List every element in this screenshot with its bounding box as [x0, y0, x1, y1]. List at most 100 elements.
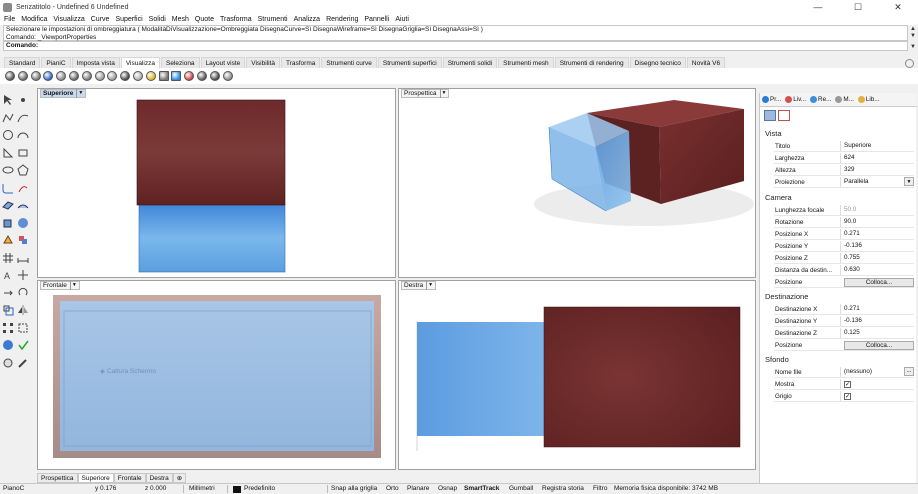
camera-value[interactable]: 0.755 [840, 253, 914, 263]
viewport-front[interactable]: ◈ Cattura Schermo Frontale ▼ [37, 280, 396, 470]
toolbar-icon-3[interactable] [30, 71, 41, 81]
menu-curve[interactable]: Curve [91, 16, 110, 23]
browse-button[interactable]: ... [904, 367, 914, 376]
toolbar-icon-1[interactable] [5, 71, 15, 81]
dimension-icon[interactable] [17, 252, 29, 264]
panel-tab-librerie[interactable]: Lib... [856, 96, 882, 103]
boolean-icon[interactable] [17, 234, 29, 246]
status-filtro[interactable]: Filtro [593, 484, 607, 494]
gear-icon[interactable] [905, 59, 914, 68]
box-icon[interactable] [2, 217, 14, 229]
status-orto[interactable]: Orto [386, 484, 399, 494]
chevron-down-icon[interactable]: ▼ [439, 89, 446, 98]
status-cplane[interactable]: PianoC [3, 484, 24, 494]
toolbar-icon-8[interactable] [94, 71, 105, 81]
status-layer[interactable]: Predefinito [244, 484, 275, 494]
vp-tab-frontale[interactable]: Frontale [113, 472, 146, 483]
command-input[interactable]: Comando: ▼ [3, 41, 916, 51]
triangle-icon[interactable] [2, 147, 14, 159]
viewport-label-perspective[interactable]: Prospettica ▼ [401, 89, 450, 98]
mesh-icon[interactable] [2, 252, 14, 264]
arc-icon[interactable] [17, 129, 29, 141]
scroll-down-icon[interactable]: ▼ [909, 33, 917, 40]
menu-strumenti[interactable]: Strumenti [258, 16, 288, 23]
command-dropdown-icon[interactable]: ▼ [909, 43, 917, 50]
camera-value[interactable]: 0.630 [840, 265, 914, 275]
viewport-right[interactable]: Destra ▼ [398, 280, 756, 470]
toolbar-icon-17[interactable] [209, 71, 220, 81]
tab-disegno-tecnico[interactable]: Disegno tecnico [629, 57, 686, 68]
menu-pannelli[interactable]: Pannelli [364, 16, 389, 23]
close-button[interactable]: ✕ [878, 2, 918, 13]
move-icon[interactable] [2, 287, 14, 299]
maximize-button[interactable]: ☐ [838, 2, 878, 13]
vista-value[interactable]: Parallela ▼ [840, 177, 914, 187]
tab-strumenti-solidi[interactable]: Strumenti solidi [442, 57, 498, 68]
toolbar-icon-14[interactable] [171, 71, 182, 81]
colloca-button[interactable]: Colloca... [844, 278, 914, 287]
vista-value[interactable]: 329 [840, 165, 914, 175]
toolbar-icon-6[interactable] [68, 71, 79, 81]
vista-value[interactable]: Superiore [840, 141, 914, 151]
transform-icon[interactable] [17, 269, 29, 281]
toolbar-icon-16[interactable] [196, 71, 207, 81]
viewport-label-front[interactable]: Frontale ▼ [40, 281, 80, 290]
scale-icon[interactable] [2, 304, 14, 316]
tab-strumenti-rendering[interactable]: Strumenti di rendering [554, 57, 629, 68]
menu-mesh[interactable]: Mesh [172, 16, 189, 23]
grigio-checkbox[interactable]: ✓ [844, 393, 851, 400]
mirror-icon[interactable] [17, 304, 29, 316]
rectangle-icon[interactable] [17, 147, 29, 159]
ellipse-icon[interactable] [2, 164, 14, 176]
toolbar-icon-13[interactable] [158, 71, 169, 81]
toolbar-icon-7[interactable] [81, 71, 92, 81]
status-osnap[interactable]: Osnap [438, 484, 457, 494]
menu-rendering[interactable]: Rendering [326, 16, 358, 23]
loft-icon[interactable] [17, 199, 29, 211]
status-gumball[interactable]: Gumball [509, 484, 533, 494]
tools-icon[interactable] [17, 357, 29, 369]
analyze-icon[interactable] [2, 339, 14, 351]
offset-icon[interactable] [17, 182, 29, 194]
chevron-down-icon[interactable]: ▼ [904, 177, 914, 186]
tab-standard[interactable]: Standard [4, 57, 41, 68]
toolbar-icon-5[interactable] [56, 71, 67, 81]
tab-seleziona[interactable]: Seleziona [161, 57, 200, 68]
menu-aiuti[interactable]: Aiuti [395, 16, 409, 23]
pointer-icon[interactable] [2, 94, 14, 106]
status-registra-storia[interactable]: Registra storia [542, 484, 584, 494]
viewport-label-right[interactable]: Destra ▼ [401, 281, 437, 290]
surface-icon[interactable] [2, 199, 14, 211]
tab-visibilita[interactable]: Visibilità [246, 57, 280, 68]
camera-value[interactable]: 50.0 [840, 205, 914, 215]
panel-tab-materiali[interactable]: M... [833, 96, 856, 103]
tab-strumenti-superfici[interactable]: Strumenti superfici [377, 57, 442, 68]
destination-value[interactable]: 0.271 [840, 304, 914, 314]
menu-modifica[interactable]: Modifica [21, 16, 47, 23]
check-icon[interactable] [17, 339, 29, 351]
array-icon[interactable] [2, 322, 14, 334]
camera-value[interactable]: -0.136 [840, 241, 914, 251]
group-icon[interactable] [17, 322, 29, 334]
tab-visualizza[interactable]: Visualizza [120, 57, 160, 68]
minimize-button[interactable]: — [798, 2, 838, 12]
viewport-perspective[interactable]: Prospettica ▼ [398, 88, 756, 278]
curve-icon[interactable] [17, 112, 29, 124]
scroll-up-icon[interactable]: ▲ [909, 26, 917, 33]
tab-layout-viste[interactable]: Layout viste [200, 57, 246, 68]
add-viewport-icon[interactable]: ⊕ [172, 472, 187, 483]
toolbar-icon-10[interactable] [120, 71, 131, 81]
tab-novita-v6[interactable]: Novità V6 [686, 57, 726, 68]
render-icon[interactable] [2, 357, 14, 369]
menu-visualizza[interactable]: Visualizza [53, 16, 84, 23]
viewport-top[interactable]: Superiore ▼ [37, 88, 396, 278]
vp-tab-destra[interactable]: Destra [145, 472, 173, 483]
toolbar-icon-2[interactable] [17, 71, 28, 81]
polyline-icon[interactable] [2, 112, 14, 124]
status-snap-grid[interactable]: Snap alla griglia [331, 484, 377, 494]
rotate-icon[interactable] [17, 287, 29, 299]
viewport-label-top[interactable]: Superiore ▼ [40, 89, 87, 98]
chevron-down-icon[interactable]: ▼ [69, 281, 77, 290]
tab-pianic[interactable]: PianiC [41, 57, 71, 68]
tab-strumenti-mesh[interactable]: Strumenti mesh [498, 57, 554, 68]
